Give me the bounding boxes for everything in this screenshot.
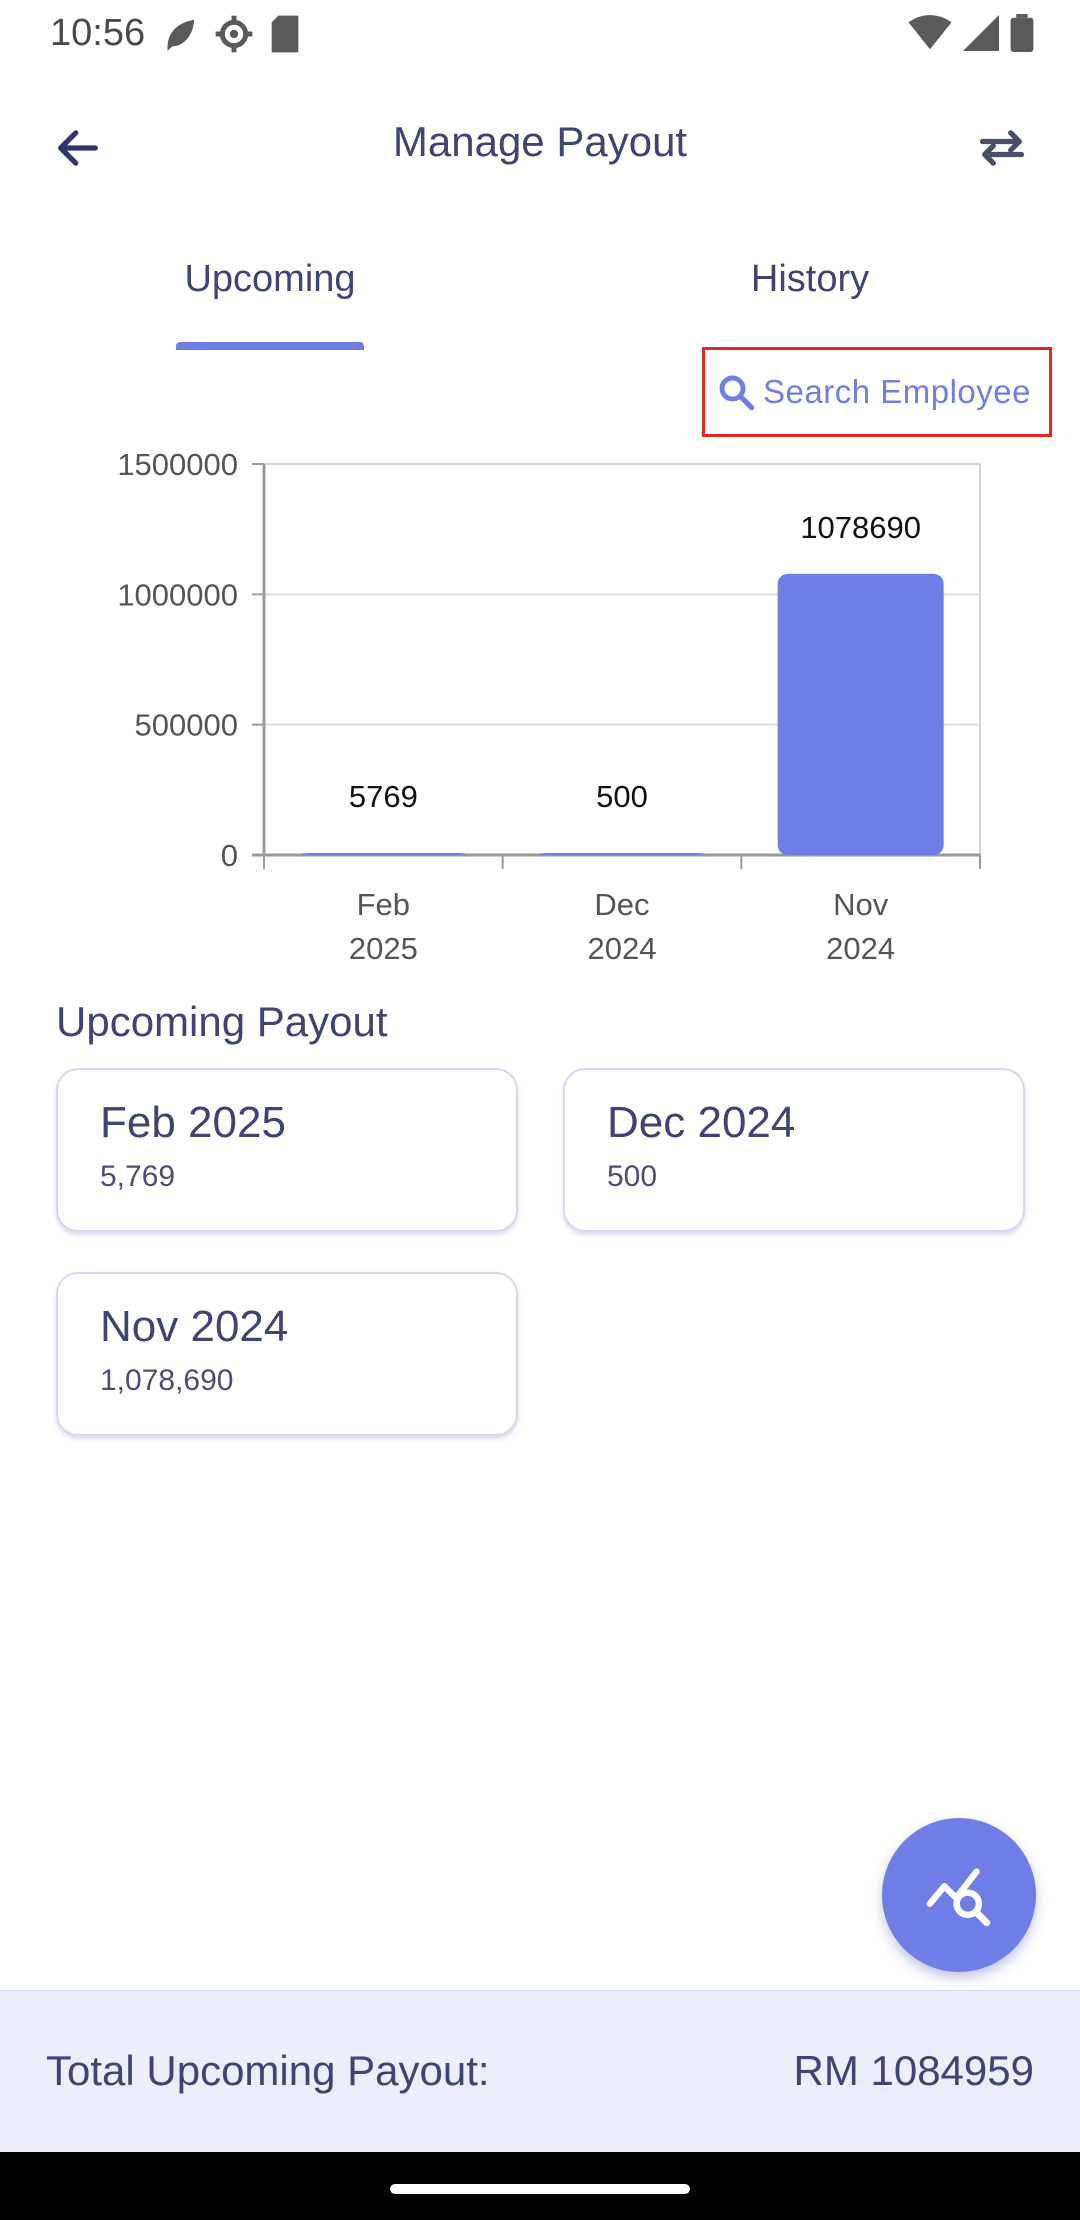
status-time: 10:56 — [50, 12, 146, 54]
x-tick-label: Feb — [357, 887, 410, 922]
card-amount: 1,078,690 — [100, 1364, 234, 1397]
battery-icon — [1010, 14, 1034, 52]
swap-button[interactable] — [964, 110, 1040, 186]
section-title: Upcoming Payout — [56, 998, 388, 1045]
leaf-icon — [167, 19, 195, 52]
tab-upcoming[interactable]: Upcoming — [160, 258, 380, 301]
y-tick-label: 1000000 — [117, 577, 238, 612]
x-tick-label: 2024 — [826, 931, 895, 966]
tab-indicator — [176, 342, 364, 350]
sd-card-icon — [271, 15, 299, 53]
card-amount: 5,769 — [100, 1160, 176, 1193]
status-notification-icons — [160, 14, 302, 54]
x-tick-label: 2024 — [588, 931, 657, 966]
search-employee-label: Search Employee — [763, 373, 1031, 410]
card-title: Nov 2024 — [100, 1302, 289, 1351]
payout-card-nov-2024[interactable]: Nov 2024 1,078,690 — [56, 1272, 518, 1436]
x-tick-label: Dec — [594, 887, 649, 922]
y-tick-label: 1500000 — [117, 447, 238, 482]
y-tick-label: 500000 — [135, 708, 238, 743]
tab-bar: Upcoming History — [0, 240, 1080, 352]
total-value: RM 1084959 — [793, 2047, 1035, 2094]
payout-card-feb-2025[interactable]: Feb 2025 5,769 — [56, 1068, 518, 1232]
analytics-fab-button[interactable] — [882, 1818, 1036, 1972]
chart-search-icon — [926, 1868, 991, 1927]
system-nav-bar — [0, 2152, 1080, 2220]
card-title: Dec 2024 — [607, 1098, 796, 1147]
chart-bar — [777, 573, 944, 855]
swap-horiz-icon — [979, 130, 1025, 166]
chart-bar — [539, 853, 705, 855]
x-tick-label: 2025 — [349, 931, 418, 966]
card-title: Feb 2025 — [100, 1098, 286, 1147]
status-system-icons — [908, 14, 1034, 52]
page-title: Manage Payout — [392, 118, 688, 165]
card-amount: 500 — [607, 1160, 658, 1193]
bar-data-label: 500 — [596, 779, 648, 814]
home-gesture-handle[interactable] — [390, 2184, 690, 2194]
wifi-icon — [908, 15, 952, 50]
bar-data-label: 5769 — [349, 779, 418, 814]
settings-gear-icon — [215, 15, 253, 53]
bar-data-label: 1078690 — [800, 510, 921, 545]
cell-signal-icon — [963, 15, 999, 51]
search-icon — [719, 375, 755, 411]
status-bar: 10:56 — [0, 0, 1080, 66]
x-tick-label: Nov — [833, 887, 889, 922]
app-bar: Manage Payout — [0, 100, 1080, 190]
y-tick-label: 0 — [221, 838, 238, 873]
chart-svg: 0 500000 1000000 1500000 5769 Feb 2025 500 Dec 20… — [117, 447, 981, 966]
tab-history[interactable]: History — [700, 258, 920, 301]
chart-bar — [300, 853, 467, 855]
total-payout-bar: Total Upcoming Payout: RM 1084959 — [0, 1990, 1080, 2152]
total-label: Total Upcoming Payout: — [46, 2047, 490, 2094]
payout-card-dec-2024[interactable]: Dec 2024 500 — [563, 1068, 1025, 1232]
search-employee-button[interactable]: Search Employee — [702, 347, 1052, 437]
payout-bar-chart: 0 500000 1000000 1500000 5769 Feb 2025 500 Dec 20… — [0, 440, 1080, 980]
